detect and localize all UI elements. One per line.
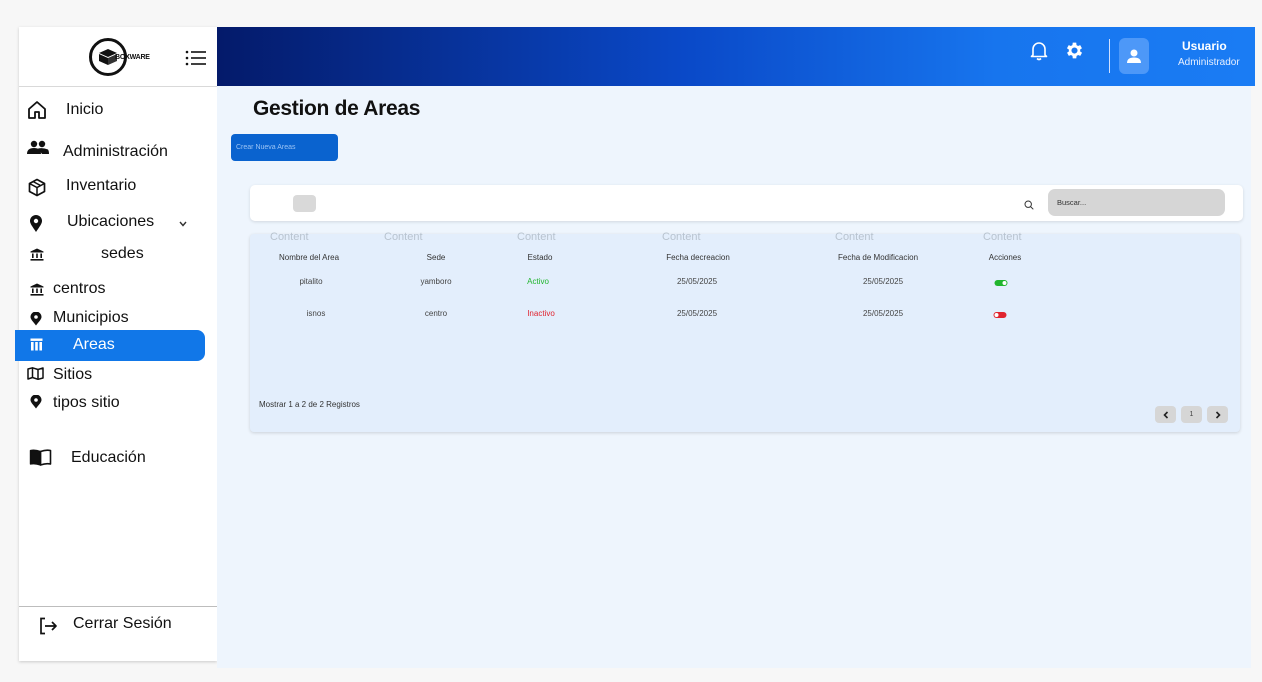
column-header-sede[interactable]: Sede (427, 253, 446, 262)
gear-icon[interactable] (1064, 40, 1085, 66)
bell-icon[interactable] (1030, 40, 1048, 66)
map-icon (27, 367, 44, 380)
logo-text: BOXWARE (115, 54, 150, 61)
cube-icon (28, 178, 46, 197)
sidebar-item-label: Administración (63, 143, 168, 160)
content-placeholder: Content (517, 231, 556, 243)
status-toggle[interactable] (993, 312, 1007, 318)
sidebar-item-label: tipos sitio (53, 394, 120, 411)
column-header-fecha-creacion[interactable]: Fecha decreacion (666, 253, 730, 262)
logout-button[interactable]: Cerrar Sesión (19, 611, 217, 637)
filter-toggle[interactable] (293, 195, 316, 212)
sidebar-item-label: Municipios (53, 309, 129, 326)
sidebar: BOXWARE Inicio Administración Inventario (15, 27, 217, 661)
column-header-nombre[interactable]: Nombre del Area (279, 253, 339, 262)
sidebar-header: BOXWARE (19, 27, 217, 87)
bank-icon (30, 248, 44, 261)
cell-fecha-creacion: 25/05/2025 (676, 309, 718, 318)
cell-sede: centro (424, 309, 448, 318)
chevron-right-icon (1215, 410, 1221, 419)
status-toggle[interactable] (994, 280, 1008, 286)
cell-fecha-modificacion: 25/05/2025 (862, 309, 904, 318)
sidebar-item-sitios[interactable]: Sitios (19, 362, 217, 386)
map-pin-icon (29, 215, 43, 233)
header-divider (1109, 39, 1110, 73)
sidebar-item-centros[interactable]: centros (19, 277, 217, 301)
location-marker-icon (30, 312, 42, 326)
building-icon (30, 338, 43, 351)
location-marker-icon (30, 395, 42, 409)
user-icon (1127, 49, 1141, 63)
sidebar-item-label: centros (53, 280, 106, 297)
main-content: Gestion de Areas Crear Nueva Areas Conte… (217, 86, 1251, 668)
sidebar-item-inventario[interactable]: Inventario (19, 173, 217, 199)
cell-fecha-creacion: 25/05/2025 (676, 277, 718, 286)
avatar[interactable] (1119, 38, 1149, 74)
sidebar-item-label: Inicio (66, 101, 104, 118)
cell-sede: yamboro (420, 277, 452, 286)
chevron-left-icon (1162, 410, 1168, 419)
content-placeholder: Content (384, 231, 423, 243)
sidebar-item-tipos-sitio[interactable]: tipos sitio (19, 391, 217, 415)
sidebar-item-ubicaciones[interactable]: Ubicaciones (19, 209, 217, 235)
search-icon (1024, 197, 1034, 215)
status-badge: Activo (527, 277, 549, 286)
users-icon (26, 140, 50, 156)
logout-label: Cerrar Sesión (73, 615, 172, 632)
next-page-button[interactable] (1207, 406, 1228, 423)
sidebar-item-label: sedes (101, 245, 144, 262)
page-title: Gestion de Areas (253, 97, 421, 120)
sidebar-item-administracion[interactable]: Administración (19, 138, 217, 164)
sidebar-item-areas[interactable]: Areas (19, 333, 205, 357)
page-number-button[interactable]: 1 (1181, 406, 1202, 423)
column-header-estado[interactable]: Estado (528, 253, 553, 262)
create-area-button[interactable]: Crear Nueva Areas (231, 134, 338, 161)
pagination-summary: Mostrar 1 a 2 de 2 Registros (259, 400, 360, 409)
sidebar-item-label: Areas (73, 336, 115, 353)
top-bar: Usuario Administrador (217, 27, 1255, 86)
user-role: Administrador (1178, 57, 1240, 68)
bank-icon (30, 283, 44, 296)
user-name: Usuario (1182, 39, 1227, 53)
prev-page-button[interactable] (1155, 406, 1176, 423)
home-icon (27, 100, 47, 120)
cell-nombre: isnos (306, 309, 326, 318)
sidebar-item-label: Sitios (53, 366, 93, 383)
sidebar-item-label: Inventario (66, 177, 137, 194)
menu-list-icon[interactable] (185, 50, 207, 66)
sidebar-item-label: Educación (71, 449, 146, 466)
column-header-acciones: Acciones (988, 253, 1022, 262)
sidebar-item-inicio[interactable]: Inicio (19, 97, 217, 123)
column-header-fecha-modificacion[interactable]: Fecha de Modificacion (838, 253, 918, 262)
content-placeholder: Content (662, 231, 701, 243)
logout-icon (39, 617, 58, 635)
sidebar-item-label: Ubicaciones (67, 213, 155, 230)
content-placeholder: Content (835, 231, 874, 243)
content-placeholder: Content (270, 231, 309, 243)
sidebar-item-municipios[interactable]: Municipios (19, 306, 217, 330)
search-input[interactable] (1048, 189, 1225, 216)
content-placeholder: Content (983, 231, 1022, 243)
sidebar-footer (19, 606, 217, 607)
book-open-icon (29, 449, 52, 466)
sidebar-item-educacion[interactable]: Educación (19, 445, 217, 471)
status-badge: Inactivo (527, 309, 555, 318)
areas-table: Content Content Content Content Content … (250, 231, 1240, 432)
cell-nombre: pitalito (299, 277, 323, 286)
filter-bar (250, 185, 1243, 221)
chevron-down-icon (179, 221, 187, 227)
cell-fecha-modificacion: 25/05/2025 (862, 277, 904, 286)
sidebar-item-sedes[interactable]: sedes (19, 242, 217, 266)
